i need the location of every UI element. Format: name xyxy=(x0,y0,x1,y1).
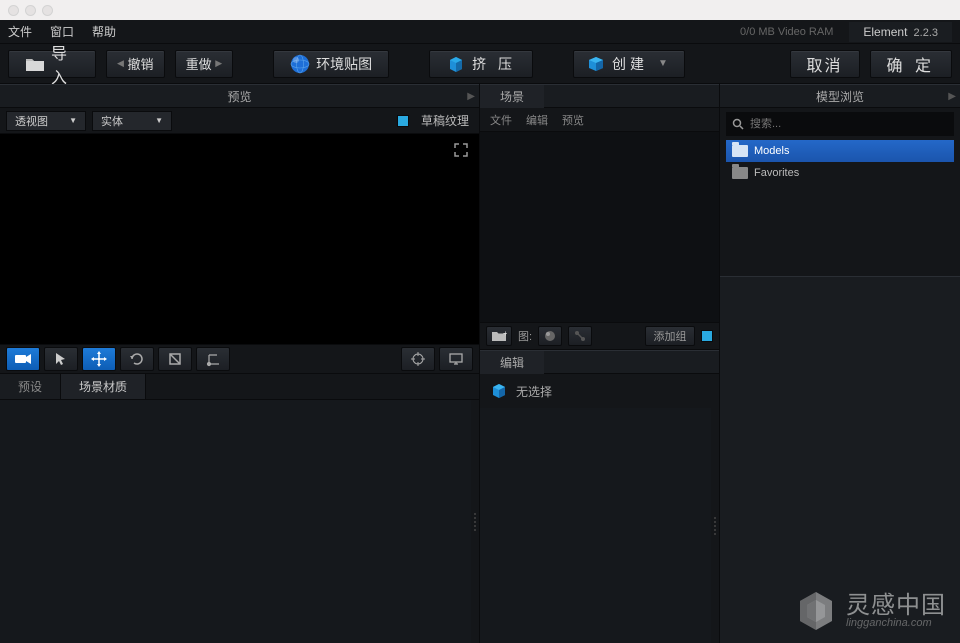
menu-file[interactable]: 文件 xyxy=(8,23,32,40)
cancel-button[interactable]: 取消 xyxy=(790,50,860,78)
svg-text:+: + xyxy=(503,330,507,338)
menubar: 文件 窗口 帮助 0/0 MB Video RAM Element 2.2.3 xyxy=(0,20,960,44)
cube-small-icon xyxy=(490,382,508,400)
envmap-button[interactable]: 环境贴图 xyxy=(273,50,389,78)
sphere-button[interactable] xyxy=(538,326,562,346)
tree-item-favorites[interactable]: Favorites xyxy=(726,162,954,184)
scene-tree[interactable] xyxy=(480,132,719,322)
undo-button[interactable]: ◀ 撤销 xyxy=(106,50,165,78)
preview-header: 预览 ▶ xyxy=(0,84,479,108)
add-group-button[interactable]: 添加组 xyxy=(645,326,695,346)
browser-header: 模型浏览 ▶ xyxy=(720,84,960,108)
camera-tool[interactable] xyxy=(6,347,40,371)
scene-sub-file[interactable]: 文件 xyxy=(490,112,512,128)
target-tool[interactable] xyxy=(401,347,435,371)
main-toolbar: 导入 ◀ 撤销 重做 ▶ 环境贴图 挤 压 创建 ▼ 取消 确 定 xyxy=(0,44,960,84)
add-folder-button[interactable]: + xyxy=(486,326,512,346)
globe-icon xyxy=(290,54,310,74)
search-icon xyxy=(732,118,744,130)
viewport[interactable] xyxy=(0,134,479,344)
import-button[interactable]: 导入 xyxy=(8,50,96,78)
viewport-tools xyxy=(0,344,479,374)
tab-presets[interactable]: 预设 xyxy=(0,374,61,399)
tu-label: 图: xyxy=(518,328,532,344)
select-tool[interactable] xyxy=(44,347,78,371)
redo-button[interactable]: 重做 ▶ xyxy=(175,50,234,78)
draft-checkbox[interactable] xyxy=(397,115,409,127)
tree-item-models[interactable]: Models xyxy=(726,140,954,162)
scene-tools: + 图: 添加组 xyxy=(480,322,719,350)
folder-icon xyxy=(732,145,748,157)
watermark: 灵感中国 lingganchina.com xyxy=(794,589,946,633)
edit-area[interactable] xyxy=(480,408,711,643)
search-input[interactable] xyxy=(750,118,948,130)
browser-preview[interactable]: 灵感中国 lingganchina.com xyxy=(720,276,960,643)
fullscreen-icon[interactable] xyxy=(453,142,471,160)
app-info: Element 2.2.3 xyxy=(849,22,952,42)
draft-label: 草稿纹理 xyxy=(421,112,469,129)
scene-sub-preview[interactable]: 预览 xyxy=(562,112,584,128)
move-tool[interactable] xyxy=(82,347,116,371)
scale-tool[interactable] xyxy=(158,347,192,371)
right-column: 模型浏览 ▶ Models Favorites xyxy=(720,84,960,643)
link-button[interactable] xyxy=(568,326,592,346)
left-column: 预览 ▶ 透视图▼ 实体▼ 草稿纹理 xyxy=(0,84,480,643)
menu-window[interactable]: 窗口 xyxy=(50,23,74,40)
bottom-tabs: 预设 场景材质 xyxy=(0,374,479,400)
main-area: 预览 ▶ 透视图▼ 实体▼ 草稿纹理 xyxy=(0,84,960,643)
traffic-min-icon[interactable] xyxy=(25,5,36,16)
chevron-down-icon: ▼ xyxy=(658,58,672,69)
preview-subbar: 透视图▼ 实体▼ 草稿纹理 xyxy=(0,108,479,134)
shading-dropdown[interactable]: 实体▼ xyxy=(92,111,172,131)
viewmode-dropdown[interactable]: 透视图▼ xyxy=(6,111,86,131)
monitor-tool[interactable] xyxy=(439,347,473,371)
splitter-2[interactable] xyxy=(711,408,719,643)
cube-icon xyxy=(586,54,606,74)
edit-body: 无选择 xyxy=(480,374,719,408)
no-selection-label: 无选择 xyxy=(516,383,552,400)
collapse-arrow-icon-2[interactable]: ▶ xyxy=(948,91,956,102)
model-tree: Models Favorites xyxy=(720,140,960,270)
traffic-close-icon[interactable] xyxy=(8,5,19,16)
material-list[interactable] xyxy=(0,400,471,643)
search-row xyxy=(726,112,954,136)
splitter[interactable] xyxy=(471,400,479,643)
scene-header: 场景 xyxy=(480,84,719,108)
traffic-zoom-icon[interactable] xyxy=(42,5,53,16)
middle-column: 场景 文件 编辑 预览 + 图: 添加组 编辑 xyxy=(480,84,720,643)
create-button[interactable]: 创建 ▼ xyxy=(573,50,685,78)
anchor-tool[interactable] xyxy=(196,347,230,371)
window-titlebar xyxy=(0,0,960,20)
folder-icon xyxy=(732,167,748,179)
rotate-tool[interactable] xyxy=(120,347,154,371)
extrude-button[interactable]: 挤 压 xyxy=(429,50,533,78)
ok-button[interactable]: 确 定 xyxy=(870,50,952,78)
edit-header: 编辑 xyxy=(480,350,719,374)
extrude-icon xyxy=(446,54,466,74)
tab-scene-material[interactable]: 场景材质 xyxy=(61,374,146,399)
folder-icon xyxy=(25,54,45,74)
logo-icon xyxy=(794,589,838,633)
collapse-arrow-icon[interactable]: ▶ xyxy=(467,91,475,102)
vram-status: 0/0 MB Video RAM xyxy=(740,26,833,38)
menu-help[interactable]: 帮助 xyxy=(92,23,116,40)
group-checkbox[interactable] xyxy=(701,330,713,342)
scene-sub-edit[interactable]: 编辑 xyxy=(526,112,548,128)
scene-subtabs: 文件 编辑 预览 xyxy=(480,108,719,132)
